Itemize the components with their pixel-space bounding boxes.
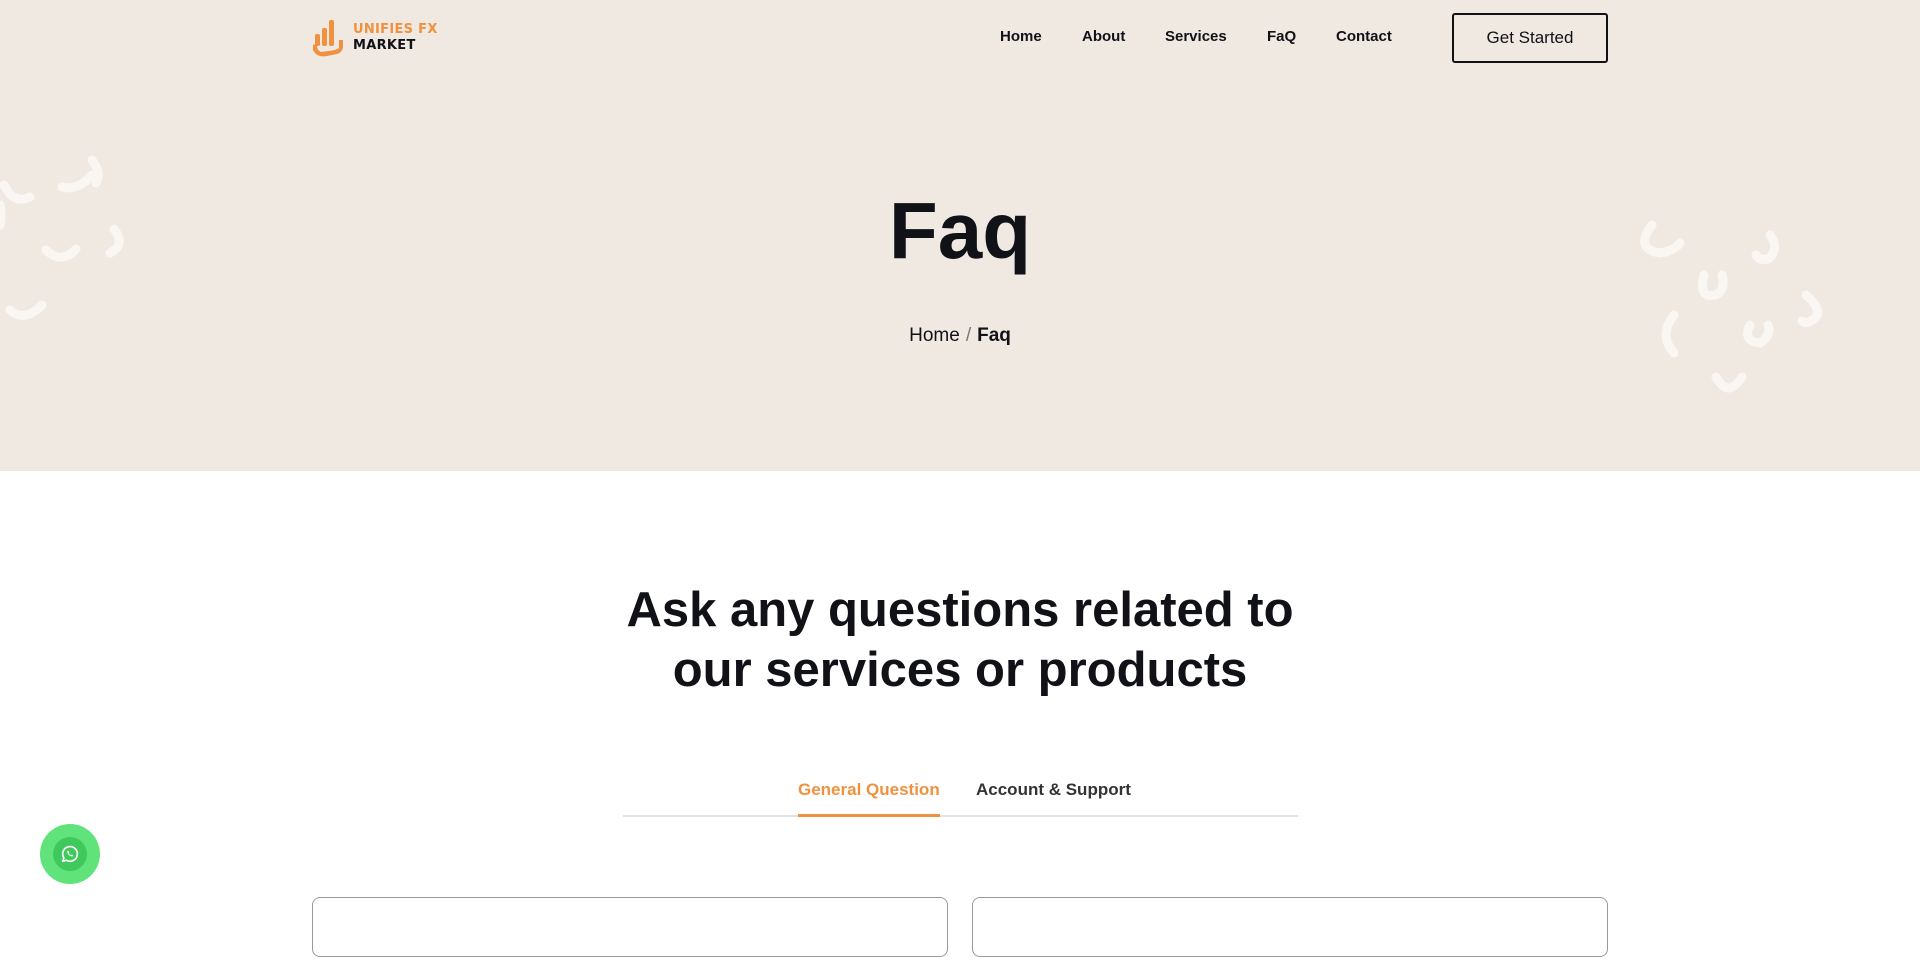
nav-services[interactable]: Services	[1165, 28, 1227, 45]
brand-logo[interactable]: UNIFIES FX MARKET	[311, 18, 438, 58]
tab-account-support[interactable]: Account & Support	[976, 780, 1131, 814]
nav-about[interactable]: About	[1082, 28, 1125, 45]
logo-hand-icon	[313, 20, 343, 57]
faq-tabs: General Question Account & Support	[623, 770, 1298, 817]
faq-item-card[interactable]	[312, 897, 948, 957]
hero-banner: UNIFIES FX MARKET Home About Services Fa…	[0, 0, 1920, 471]
whatsapp-button[interactable]	[40, 824, 100, 884]
faq-heading-line2: our services or products	[672, 643, 1248, 697]
nav-faq[interactable]: FaQ	[1267, 28, 1296, 45]
page-title: Faq	[888, 186, 1032, 275]
faq-heading-line1: Ask any questions related to	[626, 583, 1294, 637]
breadcrumb-home-link[interactable]: Home	[909, 325, 960, 346]
faq-item-card[interactable]	[972, 897, 1608, 957]
nav-contact[interactable]: Contact	[1336, 28, 1392, 45]
whatsapp-icon	[61, 845, 79, 863]
faq-heading: Ask any questions related to our service…	[0, 580, 1920, 700]
brand-name-top: UNIFIES FX	[353, 22, 438, 37]
brand-name-bottom: MARKET	[353, 38, 416, 53]
breadcrumb-separator: /	[965, 325, 972, 346]
get-started-button[interactable]: Get Started	[1452, 13, 1608, 63]
breadcrumb: Home / Faq	[0, 325, 1920, 347]
nav-home[interactable]: Home	[1000, 28, 1042, 45]
breadcrumb-current: Faq	[977, 325, 1011, 346]
tab-general-question[interactable]: General Question	[798, 780, 940, 817]
